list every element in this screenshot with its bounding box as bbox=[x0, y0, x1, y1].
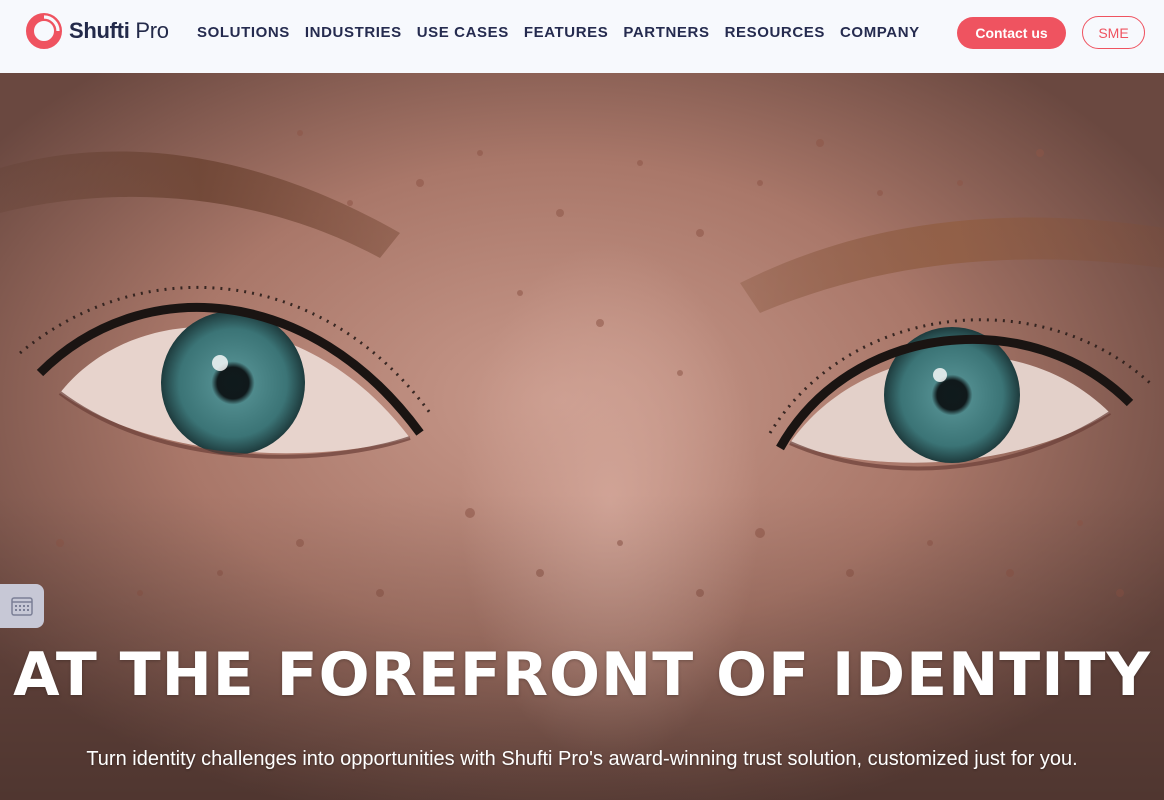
sme-button[interactable]: SME bbox=[1082, 16, 1145, 49]
schedule-side-tab[interactable] bbox=[0, 584, 44, 628]
nav-item-company[interactable]: COMPANY bbox=[840, 23, 920, 43]
calendar-icon bbox=[11, 597, 33, 616]
nav-item-partners[interactable]: PARTNERS bbox=[623, 23, 709, 43]
hero-title: AT THE FOREFRONT OF IDENTITY bbox=[13, 640, 1151, 710]
nav-item-solutions[interactable]: SOLUTIONS bbox=[197, 23, 290, 43]
site-header: Shufti Pro SOLUTIONS INDUSTRIES USE CASE… bbox=[0, 0, 1164, 73]
contact-us-button[interactable]: Contact us bbox=[957, 17, 1066, 49]
nav-item-use-cases[interactable]: USE CASES bbox=[417, 23, 509, 43]
brand-name: Shufti Pro bbox=[69, 18, 169, 43]
shufti-logo-icon bbox=[26, 13, 62, 49]
page: Shufti Pro SOLUTIONS INDUSTRIES USE CASE… bbox=[0, 0, 1164, 800]
nav-item-features[interactable]: FEATURES bbox=[524, 23, 609, 43]
hero-section: AT THE FOREFRONT OF IDENTITY Turn identi… bbox=[0, 73, 1164, 800]
hero-subtitle: Turn identity challenges into opportunit… bbox=[86, 748, 1078, 770]
nav-item-resources[interactable]: RESOURCES bbox=[725, 23, 825, 43]
nav-item-industries[interactable]: INDUSTRIES bbox=[305, 23, 402, 43]
brand-logo[interactable]: Shufti Pro bbox=[25, 12, 169, 50]
main-nav: SOLUTIONS INDUSTRIES USE CASES FEATURES … bbox=[197, 23, 935, 43]
